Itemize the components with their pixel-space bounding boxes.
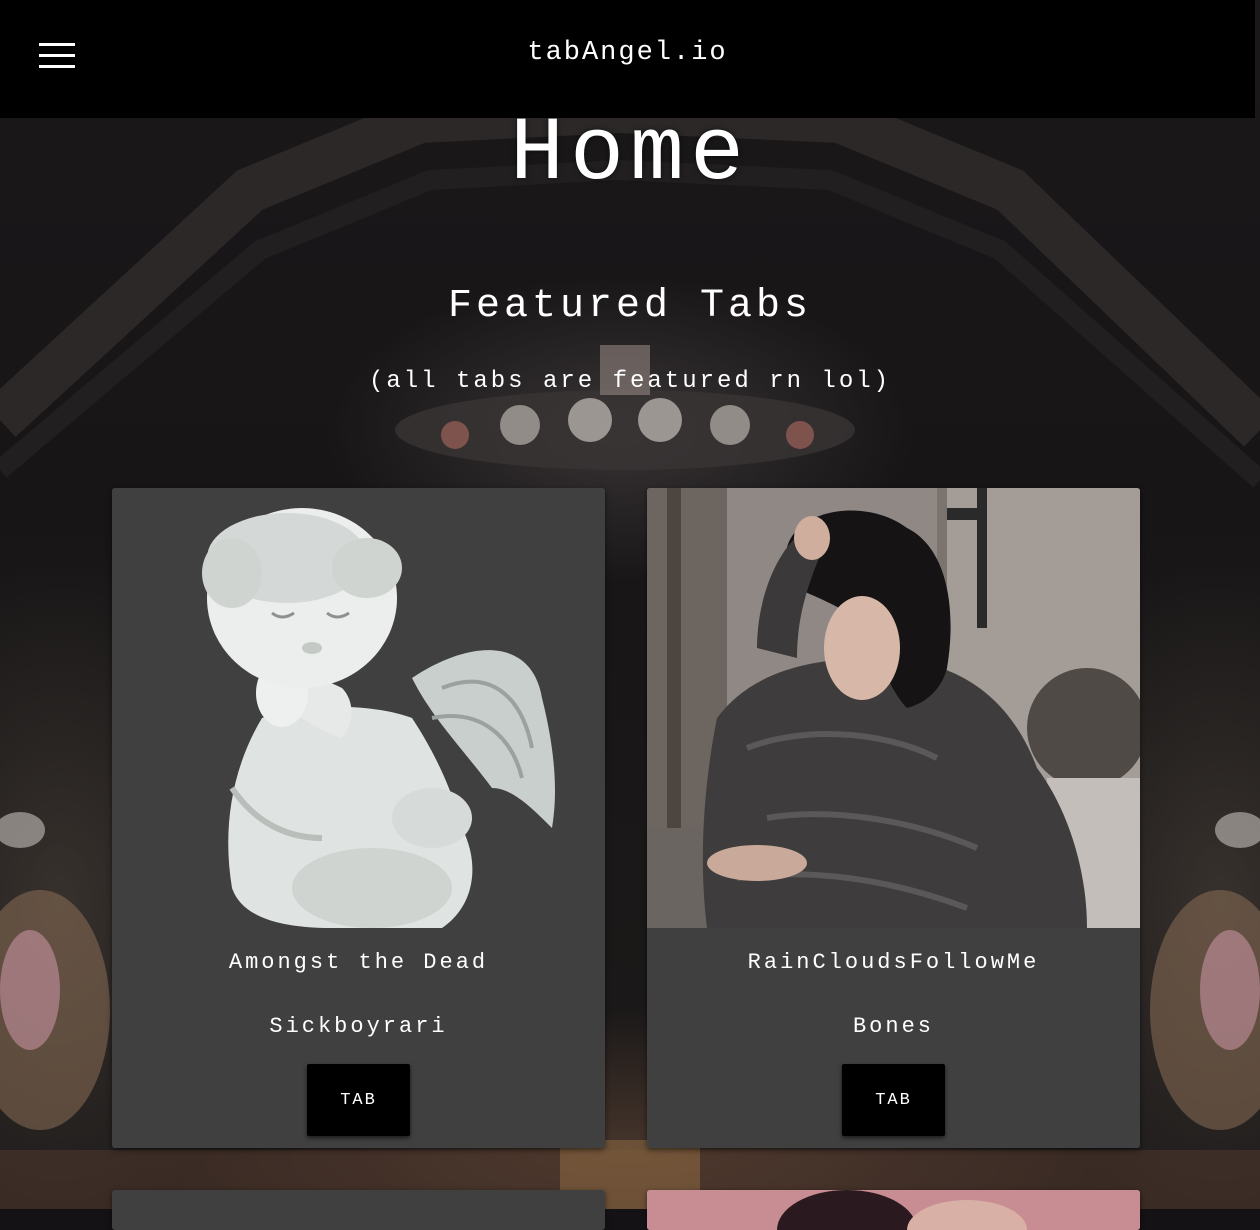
artist-name: Sickboyrari [269,1014,448,1039]
site-brand[interactable]: tabAngel.io [0,38,1255,68]
tab-button[interactable]: TAB [307,1064,410,1136]
top-navigation-bar: tabAngel.io [0,0,1255,118]
section-title: Featured Tabs [447,284,813,329]
artist-name: Bones [852,1014,934,1039]
song-title: Amongst the Dead [228,950,489,975]
tab-card-partial [647,1190,1140,1230]
tab-card: Amongst the Dead Sickboyrari TAB [112,488,605,1148]
tab-button[interactable]: TAB [842,1064,945,1136]
section-subtitle: (all tabs are featured rn lol) [368,368,892,395]
song-title: RainCloudsFollowMe [747,950,1040,975]
artist-portrait-image [647,488,1140,928]
tab-card-partial [112,1190,605,1230]
page-title: Home [509,104,751,206]
tab-card: RainCloudsFollowMe Bones TAB [647,488,1140,1148]
cherub-angel-statue-image [112,488,605,928]
